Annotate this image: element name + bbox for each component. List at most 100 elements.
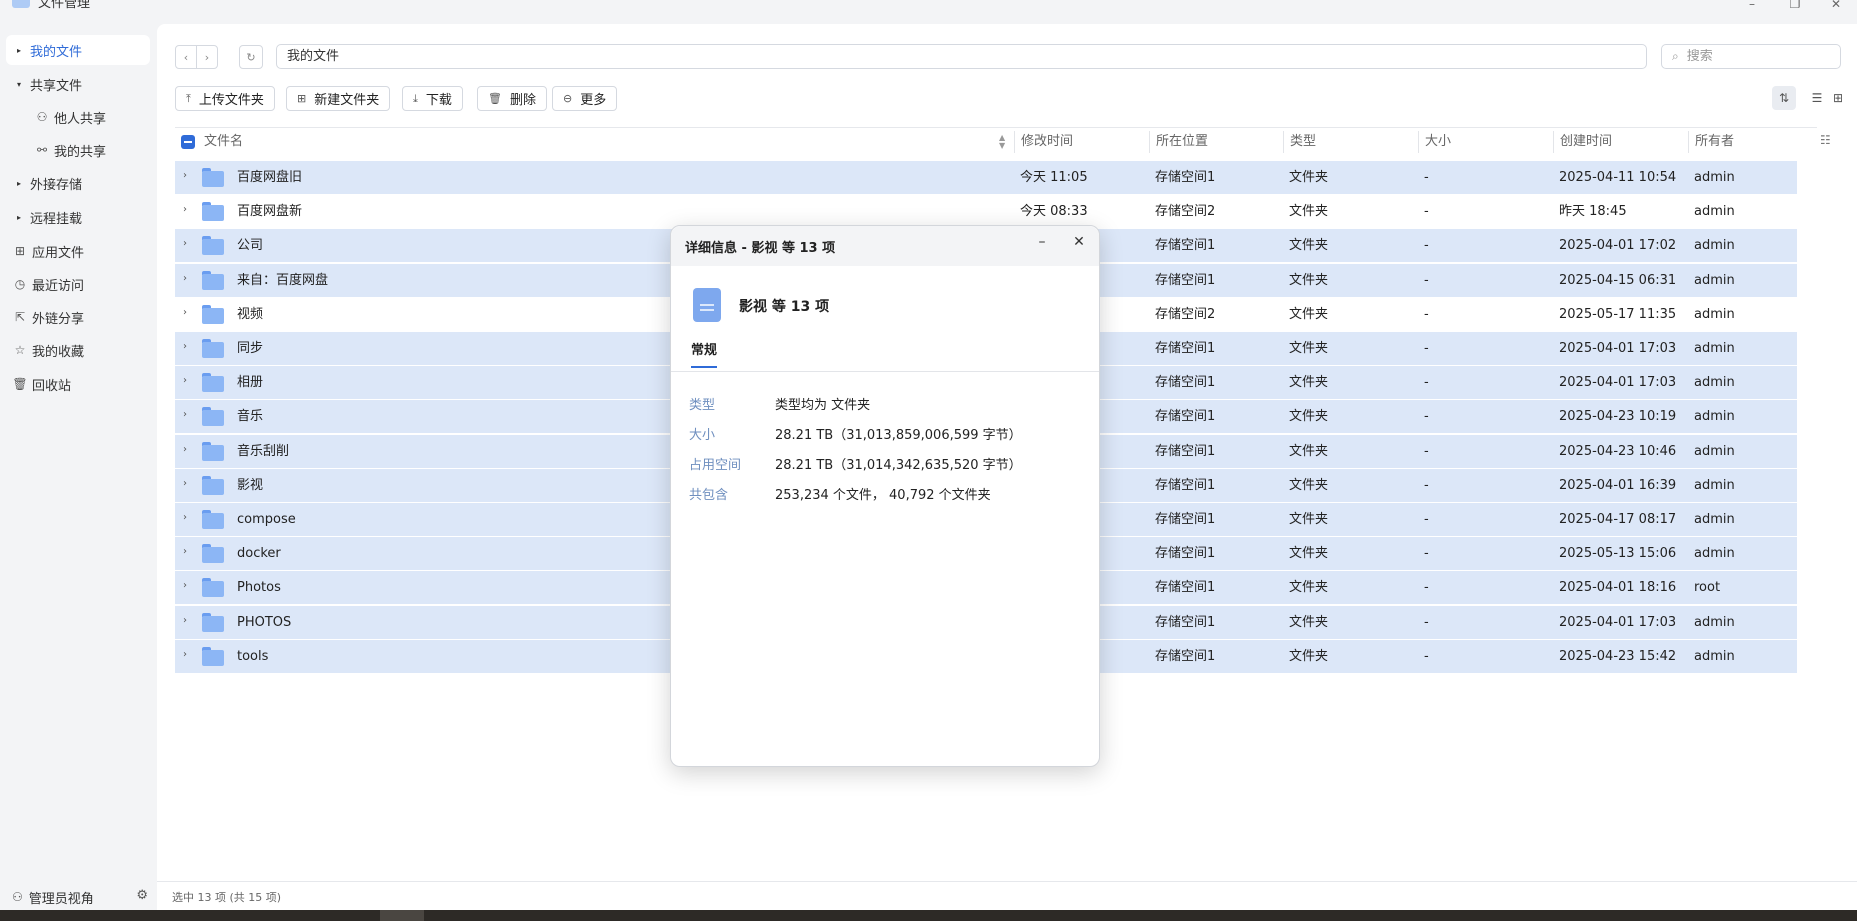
gear-icon[interactable]: ⚙ bbox=[136, 888, 148, 903]
tab-general[interactable]: 常规 bbox=[691, 339, 718, 368]
sidebar-item-my-shares[interactable]: ⚯ 我的共享 bbox=[6, 135, 150, 165]
folder-icon bbox=[202, 407, 224, 426]
dialog-tab-divider bbox=[671, 371, 1099, 372]
column-header-type[interactable]: 类型 bbox=[1283, 131, 1316, 153]
table-row[interactable]: › 百度网盘新 今天 08:33 存储空间2 文件夹 - 昨天 18:45 admin bbox=[175, 195, 1797, 228]
prop-value-type: 类型均为 文件夹 bbox=[775, 398, 871, 413]
column-settings-icon[interactable]: ☷ bbox=[1820, 133, 1831, 147]
file-name[interactable]: 公司 bbox=[237, 229, 263, 262]
cell-size: - bbox=[1424, 409, 1429, 424]
sidebar-item-label: 他人共享 bbox=[54, 111, 107, 127]
expand-chevron-icon[interactable]: › bbox=[183, 649, 187, 660]
dialog-title: 详细信息 - 影视 等 13 项 bbox=[685, 241, 836, 256]
cell-ctime: 2025-04-01 18:16 bbox=[1559, 580, 1677, 595]
path-input[interactable]: 我的文件 bbox=[276, 44, 1647, 69]
sidebar-item-recycle-bin[interactable]: 🗑 回收站 bbox=[6, 369, 150, 399]
file-name[interactable]: 同步 bbox=[237, 332, 263, 365]
expand-chevron-icon[interactable]: › bbox=[183, 580, 187, 591]
forward-button[interactable]: › bbox=[196, 45, 218, 69]
expand-chevron-icon[interactable]: › bbox=[183, 307, 187, 318]
file-name[interactable]: 百度网盘旧 bbox=[237, 161, 302, 194]
folder-icon bbox=[202, 168, 224, 187]
expand-chevron-icon[interactable]: › bbox=[183, 170, 187, 181]
file-name[interactable]: 百度网盘新 bbox=[237, 195, 302, 228]
sidebar-item-shared-with-me[interactable]: ⚇ 他人共享 bbox=[6, 102, 150, 132]
details-dialog: 详细信息 - 影视 等 13 项 – ✕ 影视 等 13 项 常规 类型 类型均… bbox=[670, 225, 1100, 767]
folder-icon bbox=[202, 202, 224, 221]
expand-chevron-icon[interactable]: › bbox=[183, 409, 187, 420]
sidebar-item-remote-mount[interactable]: ▸ 远程挂载 bbox=[6, 202, 150, 232]
taskbar-item[interactable] bbox=[380, 910, 424, 921]
cell-ctime: 2025-05-17 11:35 bbox=[1559, 307, 1677, 322]
upload-folder-button[interactable]: ⤒ 上传文件夹 bbox=[175, 86, 275, 111]
expand-chevron-icon[interactable]: › bbox=[183, 273, 187, 284]
file-name[interactable]: Photos bbox=[237, 571, 281, 604]
restore-window-button[interactable]: ❐ bbox=[1785, 0, 1805, 12]
minimize-window-button[interactable]: – bbox=[1742, 0, 1762, 12]
new-folder-button[interactable]: ⊞ 新建文件夹 bbox=[286, 86, 391, 111]
dialog-close-button[interactable]: ✕ bbox=[1070, 234, 1088, 250]
search-icon: ⌕ bbox=[1672, 49, 1679, 63]
expand-chevron-icon[interactable]: › bbox=[183, 341, 187, 352]
sort-icon: ⇅ bbox=[1778, 91, 1790, 105]
column-header-name[interactable]: 文件名 bbox=[204, 131, 243, 153]
file-name[interactable]: compose bbox=[237, 503, 296, 536]
column-header-size[interactable]: 大小 bbox=[1418, 131, 1451, 153]
download-button[interactable]: ⤓ 下载 bbox=[402, 86, 463, 111]
file-name[interactable]: 来自：百度网盘 bbox=[237, 264, 328, 297]
title-bar: 文件管理 – ❐ ✕ bbox=[0, 0, 1857, 14]
more-button[interactable]: ⊖ 更多 bbox=[552, 86, 618, 111]
sidebar-item-recent[interactable]: ◷ 最近访问 bbox=[6, 269, 150, 299]
delete-button[interactable]: 🗑 删除 bbox=[477, 86, 547, 111]
expand-chevron-icon[interactable]: › bbox=[183, 615, 187, 626]
expand-chevron-icon[interactable]: › bbox=[183, 204, 187, 215]
column-header-modified[interactable]: 修改时间 bbox=[1014, 131, 1073, 153]
cell-ctime: 2025-04-15 06:31 bbox=[1559, 273, 1677, 288]
expand-chevron-icon[interactable]: › bbox=[183, 478, 187, 489]
file-name[interactable]: 影视 bbox=[237, 469, 263, 502]
sidebar-item-external-storage[interactable]: ▸ 外接存储 bbox=[6, 168, 150, 198]
search-box[interactable]: ⌕ bbox=[1661, 44, 1841, 69]
column-header-created[interactable]: 创建时间 bbox=[1553, 131, 1612, 153]
grid-view-button[interactable]: ⊞ bbox=[1826, 86, 1850, 110]
file-name[interactable]: 视频 bbox=[237, 298, 263, 331]
file-name[interactable]: PHOTOS bbox=[237, 606, 291, 639]
sidebar-item-my-files[interactable]: ▸ 我的文件 bbox=[6, 35, 150, 65]
caret-down-icon: ▾ bbox=[16, 79, 21, 89]
file-name[interactable]: docker bbox=[237, 537, 281, 570]
dialog-header: 详细信息 - 影视 等 13 项 – ✕ bbox=[671, 226, 1099, 266]
file-name[interactable]: 音乐 bbox=[237, 400, 263, 433]
file-name[interactable]: 音乐刮削 bbox=[237, 435, 289, 468]
cell-ctime: 昨天 18:45 bbox=[1559, 204, 1627, 219]
sort-button[interactable]: ⇅ bbox=[1772, 86, 1796, 110]
column-header-owner[interactable]: 所有者 bbox=[1688, 131, 1734, 153]
close-window-button[interactable]: ✕ bbox=[1826, 0, 1846, 12]
sidebar-item-external-links[interactable]: ⇱ 外链分享 bbox=[6, 302, 150, 332]
search-input[interactable] bbox=[1686, 49, 1817, 64]
expand-chevron-icon[interactable]: › bbox=[183, 546, 187, 557]
sidebar-item-favorites[interactable]: ☆ 我的收藏 bbox=[6, 335, 150, 365]
expand-chevron-icon[interactable]: › bbox=[183, 444, 187, 455]
back-button[interactable]: ‹ bbox=[175, 45, 197, 69]
sidebar-item-app-files[interactable]: ⊞ 应用文件 bbox=[6, 236, 150, 266]
cell-location: 存储空间1 bbox=[1155, 238, 1216, 253]
column-header-location[interactable]: 所在位置 bbox=[1149, 131, 1208, 153]
expand-chevron-icon[interactable]: › bbox=[183, 512, 187, 523]
select-all-checkbox[interactable] bbox=[181, 135, 195, 149]
expand-chevron-icon[interactable]: › bbox=[183, 238, 187, 249]
sidebar-item-shared-files[interactable]: ▾ 共享文件 bbox=[6, 69, 150, 99]
cell-location: 存储空间1 bbox=[1155, 580, 1216, 595]
folder-icon bbox=[202, 613, 224, 632]
folder-icon bbox=[202, 578, 224, 597]
sort-arrows-icon[interactable]: ▲ ▼ bbox=[999, 134, 1005, 150]
cell-owner: admin bbox=[1694, 478, 1735, 493]
expand-chevron-icon[interactable]: › bbox=[183, 375, 187, 386]
share-icon: ⚯ bbox=[36, 143, 48, 157]
refresh-button[interactable]: ↻ bbox=[239, 45, 263, 69]
table-row[interactable]: › 百度网盘旧 今天 11:05 存储空间1 文件夹 - 2025-04-11 10:54 a… bbox=[175, 161, 1797, 194]
dialog-minimize-button[interactable]: – bbox=[1033, 234, 1051, 250]
sidebar: ▸ 我的文件 ▾ 共享文件 ⚇ 他人共享 ⚯ 我的共享 ▸ 外接存储 ▸ 远程挂… bbox=[0, 30, 157, 880]
file-name[interactable]: 相册 bbox=[237, 366, 263, 399]
file-name[interactable]: tools bbox=[237, 640, 268, 673]
admin-view-toggle[interactable]: ⚇ 管理员视角 ⚙ bbox=[6, 886, 150, 908]
